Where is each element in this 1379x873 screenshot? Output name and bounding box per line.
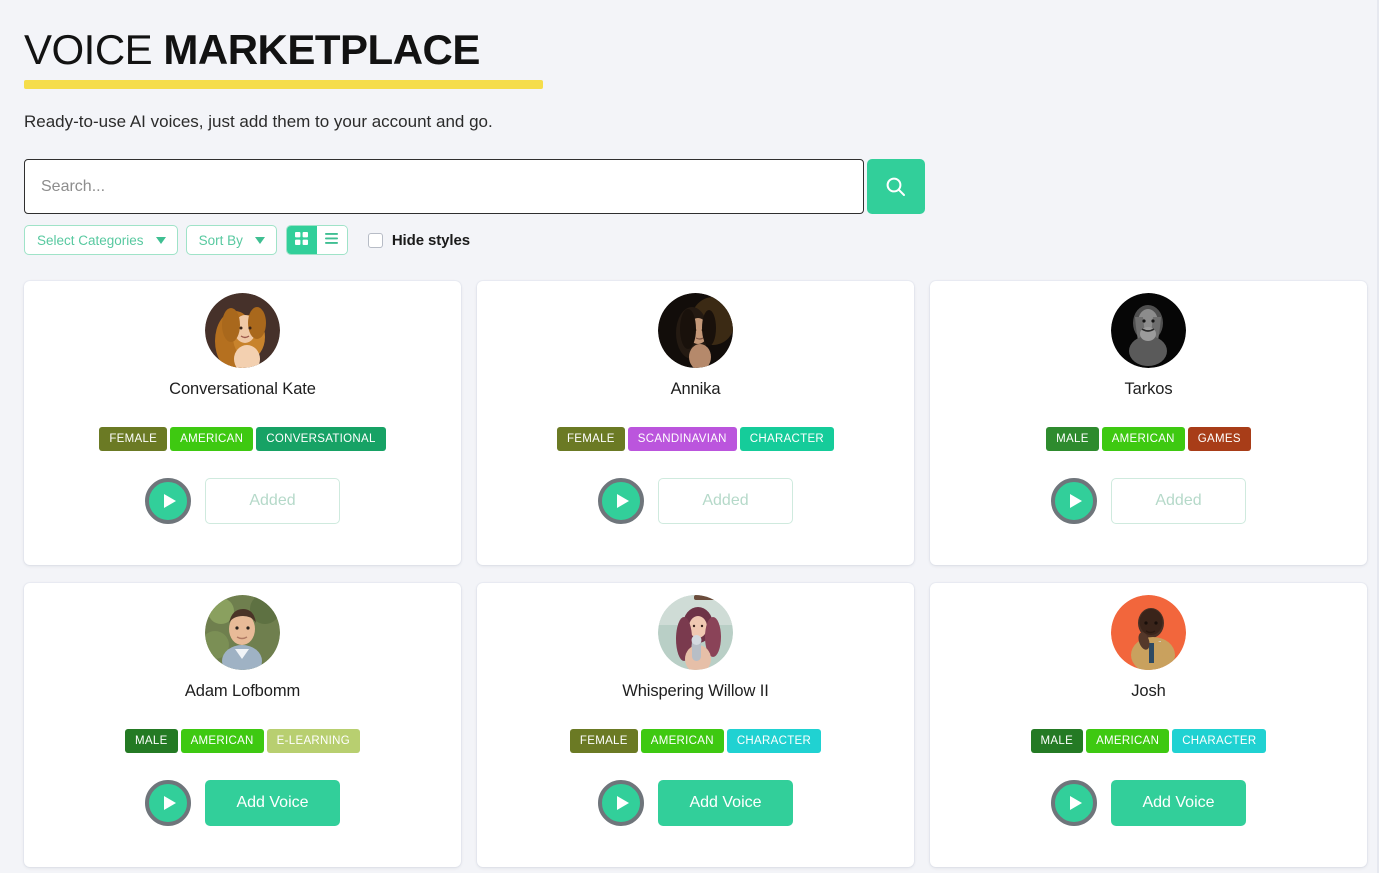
- sort-by-dropdown[interactable]: Sort By: [185, 225, 277, 255]
- voice-tag-badge: AMERICAN: [170, 427, 254, 451]
- filter-row: Select Categories Sort By Hide styles: [24, 225, 1377, 255]
- page-header: VOICE MARKETPLACE Ready-to-use AI voices…: [0, 0, 1377, 255]
- page-title: VOICE MARKETPLACE: [24, 26, 543, 89]
- sort-by-label: Sort By: [198, 232, 243, 248]
- select-categories-label: Select Categories: [37, 232, 144, 248]
- grid-view-button[interactable]: [286, 226, 317, 254]
- voice-tag-list: FEMALE SCANDINAVIAN CHARACTER: [556, 427, 835, 451]
- grid-view-icon: [294, 231, 309, 249]
- avatar-tarkos: [1111, 293, 1186, 368]
- voice-tag-badge: AMERICAN: [180, 729, 264, 753]
- avatar-josh: [1111, 595, 1186, 670]
- chevron-down-icon: [254, 236, 265, 244]
- voice-tag-badge: FEMALE: [99, 427, 168, 451]
- voice-card-actions: Added: [598, 478, 793, 524]
- voice-tag-badge: FEMALE: [569, 729, 638, 753]
- voice-tag-badge: MALE: [1030, 729, 1084, 753]
- view-toggle: [285, 225, 348, 255]
- play-button[interactable]: [1051, 478, 1097, 524]
- voice-tag-badge: CHARACTER: [1172, 729, 1267, 753]
- voice-tag-badge: CHARACTER: [726, 729, 822, 753]
- avatar-whispering-willow-ii: [658, 595, 733, 670]
- play-button[interactable]: [598, 780, 644, 826]
- hide-styles-label: Hide styles: [391, 231, 470, 249]
- avatar-annika: [658, 293, 733, 368]
- voice-tag-badge: E-LEARNING: [266, 729, 360, 753]
- voice-tag-badge: MALE: [125, 729, 178, 753]
- voice-marketplace-page: VOICE MARKETPLACE Ready-to-use AI voices…: [0, 0, 1379, 873]
- search-icon: [883, 174, 909, 200]
- add-voice-button[interactable]: Add Voice: [1111, 780, 1246, 826]
- voice-name: Conversational Kate: [169, 380, 316, 398]
- play-icon: [1069, 796, 1082, 810]
- avatar-conversational-kate: [205, 293, 280, 368]
- voice-tag-list: MALE AMERICAN E-LEARNING: [125, 729, 360, 753]
- voice-card-actions: Added: [1051, 478, 1246, 524]
- voice-tag-list: FEMALE AMERICAN CONVERSATIONAL: [99, 427, 386, 451]
- voice-tag-badge: GAMES: [1187, 427, 1251, 451]
- voice-tag-badge: SCANDINAVIAN: [627, 427, 737, 451]
- play-button[interactable]: [145, 478, 191, 524]
- voice-tag-badge: AMERICAN: [1086, 729, 1170, 753]
- play-icon: [163, 796, 176, 810]
- voice-tag-badge: FEMALE: [556, 427, 625, 451]
- list-view-icon: [324, 231, 339, 249]
- voice-card-actions: Add Voice: [145, 780, 340, 826]
- voice-card-actions: Add Voice: [598, 780, 793, 826]
- voice-card-actions: Added: [145, 478, 340, 524]
- voice-card: Whispering Willow II FEMALE AMERICAN CHARAC…: [477, 583, 914, 867]
- play-icon: [616, 494, 629, 508]
- play-icon: [163, 494, 176, 508]
- search-row: [24, 159, 925, 214]
- search-input[interactable]: [24, 159, 864, 214]
- voice-tag-list: FEMALE AMERICAN CHARACTER: [569, 729, 822, 753]
- voice-tag-badge: CHARACTER: [739, 427, 835, 451]
- voice-tag-list: MALE AMERICAN GAMES: [1046, 427, 1251, 451]
- added-button[interactable]: Added: [1111, 478, 1246, 524]
- voice-name: Adam Lofbomm: [184, 682, 301, 700]
- voice-name: Annika: [670, 380, 721, 398]
- voice-tag-badge: AMERICAN: [1101, 427, 1185, 451]
- play-button[interactable]: [1051, 780, 1097, 826]
- voice-tag-list: MALE AMERICAN CHARACTER: [1030, 729, 1267, 753]
- voice-tag-badge: AMERICAN: [640, 729, 724, 753]
- chevron-down-icon: [155, 236, 166, 244]
- list-view-button[interactable]: [316, 226, 347, 254]
- voice-card: Tarkos MALE AMERICAN GAMES Added: [930, 281, 1367, 565]
- voice-name: Tarkos: [1124, 380, 1173, 398]
- play-icon: [1069, 494, 1082, 508]
- play-icon: [616, 796, 629, 810]
- voice-card: Adam Lofbomm MALE AMERICAN E-LEARNING Add Vo…: [24, 583, 461, 867]
- added-button[interactable]: Added: [658, 478, 793, 524]
- page-subtitle: Ready-to-use AI voices, just add them to…: [24, 112, 493, 131]
- voice-card: Josh MALE AMERICAN CHARACTER Add Voice: [930, 583, 1367, 867]
- play-button[interactable]: [145, 780, 191, 826]
- select-categories-dropdown[interactable]: Select Categories: [24, 225, 178, 255]
- voice-name: Josh: [1131, 682, 1166, 700]
- voice-card-actions: Add Voice: [1051, 780, 1246, 826]
- page-title-bold: MARKETPLACE: [163, 26, 480, 73]
- voice-tag-badge: CONVERSATIONAL: [256, 427, 386, 451]
- voice-name: Whispering Willow II: [622, 682, 769, 700]
- avatar-adam-lofbomm: [205, 595, 280, 670]
- title-underline: [24, 80, 543, 89]
- added-button[interactable]: Added: [205, 478, 340, 524]
- hide-styles-checkbox[interactable]: [367, 232, 383, 248]
- search-button[interactable]: [867, 159, 925, 214]
- hide-styles-toggle[interactable]: Hide styles: [367, 231, 470, 249]
- add-voice-button[interactable]: Add Voice: [658, 780, 793, 826]
- add-voice-button[interactable]: Add Voice: [205, 780, 340, 826]
- page-title-light: VOICE: [24, 26, 153, 73]
- voice-card-grid: Conversational Kate FEMALE AMERICAN CONVERS…: [24, 281, 1367, 867]
- voice-card: Annika FEMALE SCANDINAVIAN CHARACTER Added: [477, 281, 914, 565]
- voice-card: Conversational Kate FEMALE AMERICAN CONVERS…: [24, 281, 461, 565]
- play-button[interactable]: [598, 478, 644, 524]
- voice-tag-badge: MALE: [1046, 427, 1099, 451]
